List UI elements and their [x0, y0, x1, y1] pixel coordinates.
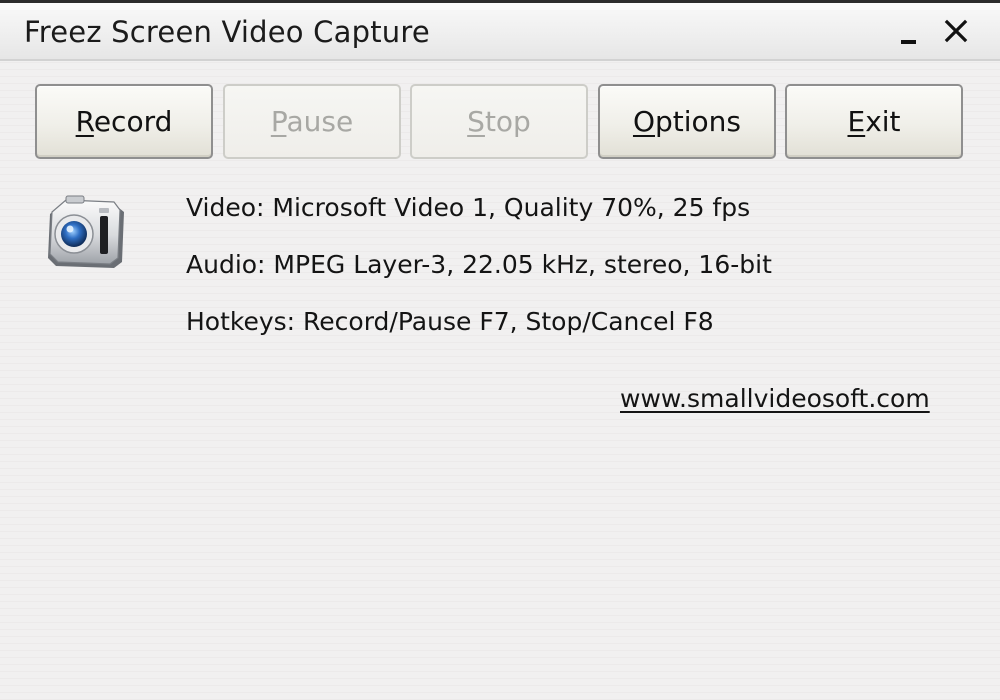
exit-button[interactable]: Exit — [785, 84, 963, 159]
stop-mnemonic: S — [467, 105, 485, 138]
hotkeys-info: Hotkeys: Record/Pause F7, Stop/Cancel F8 — [186, 307, 714, 336]
window-title: Freez Screen Video Capture — [24, 15, 430, 49]
video-info: Video: Microsoft Video 1, Quality 70%, 2… — [186, 193, 751, 222]
minimize-icon — [900, 40, 916, 44]
stop-label: top — [484, 105, 531, 138]
record-button[interactable]: Record — [35, 84, 213, 159]
pause-label: ause — [286, 105, 354, 138]
options-button[interactable]: Options — [598, 84, 776, 159]
pause-button[interactable]: Pause — [223, 84, 401, 159]
stop-button[interactable]: Stop — [410, 84, 588, 159]
camera-icon — [48, 195, 124, 268]
close-button[interactable] — [932, 9, 980, 53]
options-label: ptions — [655, 105, 742, 138]
app-window: Freez Screen Video Capture Record Pause … — [0, 0, 1000, 700]
exit-label: xit — [865, 105, 901, 138]
record-mnemonic: R — [75, 105, 94, 138]
audio-info: Audio: MPEG Layer-3, 22.05 kHz, stereo, … — [186, 250, 772, 279]
record-label: ecord — [93, 105, 173, 138]
close-icon — [944, 19, 968, 43]
options-mnemonic: O — [632, 105, 656, 138]
title-bar[interactable]: Freez Screen Video Capture — [0, 3, 1000, 61]
pause-mnemonic: P — [270, 105, 287, 138]
minimize-button[interactable] — [884, 9, 932, 53]
website-link[interactable]: www.smallvideosoft.com — [620, 384, 930, 413]
exit-mnemonic: E — [847, 105, 866, 138]
